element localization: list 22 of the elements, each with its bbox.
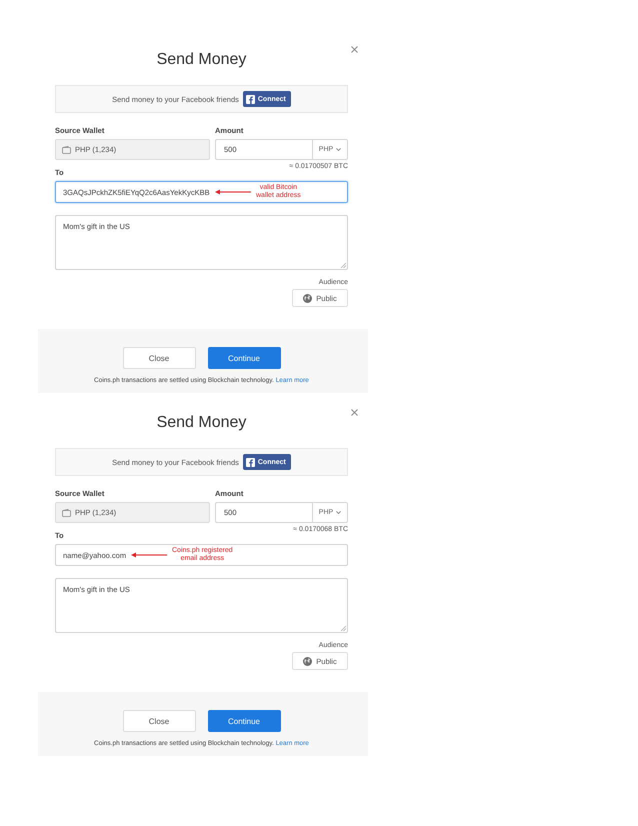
arrow-icon <box>131 552 167 558</box>
logo-icon <box>246 94 255 104</box>
close-button[interactable]: Close <box>122 347 196 369</box>
continue-button[interactable]: Continue <box>208 347 280 369</box>
close-button[interactable] <box>350 408 359 417</box>
dialog-title: Send Money <box>156 413 248 433</box>
globe-icon <box>303 294 312 302</box>
resize-handle-icon <box>341 263 346 268</box>
logo-icon <box>246 458 255 466</box>
dialog-title: Send Money <box>156 50 248 70</box>
close-button[interactable] <box>350 45 359 54</box>
close-button[interactable]: Close <box>122 710 196 732</box>
chevron-down-icon <box>336 511 342 514</box>
close-icon <box>351 409 358 416</box>
arrow-icon <box>215 189 251 195</box>
wallet-icon <box>62 146 71 154</box>
resize-handle-icon <box>341 626 346 631</box>
chevron-down-icon <box>336 148 342 151</box>
continue-button[interactable]: Continue <box>208 710 280 732</box>
close-icon <box>351 46 358 53</box>
globe-icon <box>303 656 312 666</box>
wallet-icon <box>62 508 71 516</box>
